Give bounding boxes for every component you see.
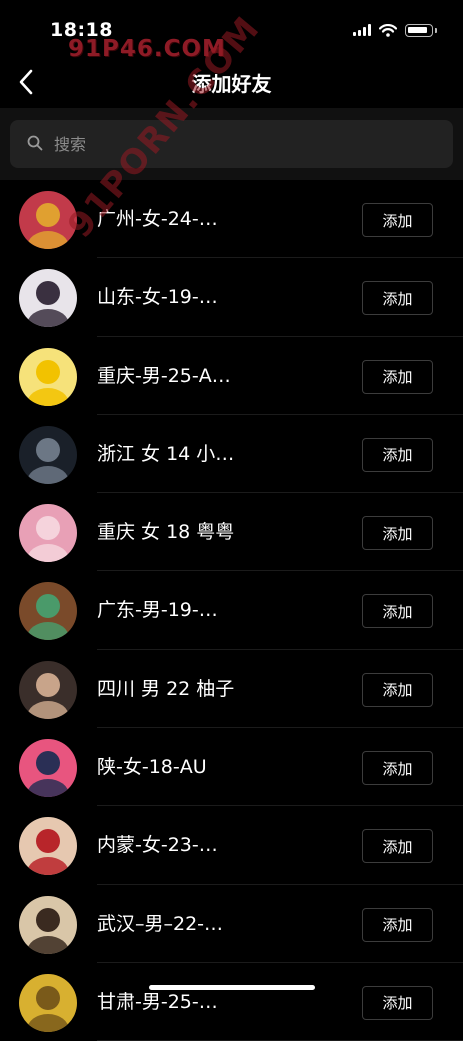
friend-row[interactable]: 四川 男 22 柚子 添加 <box>0 650 463 729</box>
avatar-image <box>19 895 77 954</box>
avatar-image <box>19 425 77 484</box>
avatar-image <box>19 191 77 249</box>
search-icon <box>27 135 43 151</box>
friend-row[interactable]: 重庆-男-25-A… 添加 <box>0 337 463 416</box>
add-friend-button[interactable]: 添加 <box>362 359 433 394</box>
wifi-icon <box>379 23 397 37</box>
avatar-image <box>19 347 77 406</box>
friend-name: 重庆 女 18 粤粤 <box>97 521 235 544</box>
friend-name: 陕-女-18-AU <box>97 756 207 779</box>
avatar[interactable] <box>19 973 77 1032</box>
avatar-image <box>19 817 77 876</box>
avatar[interactable] <box>19 269 77 328</box>
friend-name: 山东-女-19-… <box>97 286 218 309</box>
avatar[interactable] <box>19 191 77 249</box>
friend-row[interactable]: 甘肃-男-25-… 添加 <box>0 963 463 1041</box>
page-title: 添加好友 <box>191 72 272 96</box>
friend-name: 广州-女-24-… <box>97 208 218 230</box>
add-friend-button[interactable]: 添加 <box>362 672 433 707</box>
avatar[interactable] <box>19 739 77 798</box>
search-input[interactable] <box>54 120 434 168</box>
add-friend-button[interactable]: 添加 <box>362 829 433 864</box>
friend-name: 广东-男-19-… <box>97 599 218 622</box>
status-icons <box>353 22 437 38</box>
friend-row[interactable]: 浙江 女 14 小… 添加 <box>0 415 463 494</box>
home-indicator <box>149 985 315 990</box>
avatar-image <box>19 739 77 798</box>
avatar-image <box>19 504 77 563</box>
friend-row[interactable]: 广州-女-24-… 添加 <box>0 180 463 259</box>
search-box[interactable] <box>10 120 453 168</box>
friend-name: 武汉–男–22-… <box>97 912 224 935</box>
avatar[interactable] <box>19 425 77 484</box>
friend-row[interactable]: 武汉–男–22-… 添加 <box>0 885 463 964</box>
add-friend-button[interactable]: 添加 <box>362 594 433 629</box>
avatar[interactable] <box>19 817 77 876</box>
search-section <box>0 108 463 180</box>
cellular-signal-icon <box>353 24 371 36</box>
friend-row[interactable]: 重庆 女 18 粤粤 添加 <box>0 493 463 572</box>
add-friend-button[interactable]: 添加 <box>362 751 433 786</box>
avatar[interactable] <box>19 582 77 641</box>
friend-name: 浙江 女 14 小… <box>97 442 235 465</box>
nav-bar: 添加好友 <box>0 56 463 108</box>
add-friend-button[interactable]: 添加 <box>362 516 433 551</box>
friend-row[interactable]: 山东-女-19-… 添加 <box>0 258 463 337</box>
friend-name: 重庆-男-25-A… <box>97 364 231 387</box>
friend-list: 广州-女-24-… 添加 山东-女-19-… 添加 重庆-男-25-A… 添加 浙江 女 1… <box>0 180 463 1041</box>
battery-icon <box>405 23 437 37</box>
add-friend-button[interactable]: 添加 <box>362 281 433 316</box>
avatar[interactable] <box>19 895 77 954</box>
add-friend-button[interactable]: 添加 <box>362 907 433 942</box>
avatar[interactable] <box>19 660 77 719</box>
avatar-image <box>19 269 77 328</box>
friend-row[interactable]: 陕-女-18-AU 添加 <box>0 728 463 807</box>
watermark-logo: 91P46.COM <box>68 36 226 62</box>
friend-row[interactable]: 广东-男-19-… 添加 <box>0 571 463 651</box>
friend-row[interactable]: 内蒙-女-23-… 添加 <box>0 806 463 885</box>
avatar[interactable] <box>19 504 77 563</box>
avatar-image <box>19 582 77 641</box>
add-friend-button[interactable]: 添加 <box>362 437 433 472</box>
friend-name: 内蒙-女-23-… <box>97 834 218 857</box>
avatar[interactable] <box>19 347 77 406</box>
avatar-image <box>19 973 77 1032</box>
friend-name: 四川 男 22 柚子 <box>97 677 235 700</box>
friend-name: 甘肃-男-25-… <box>97 990 218 1013</box>
add-friend-button[interactable]: 添加 <box>362 203 433 237</box>
avatar-image <box>19 660 77 719</box>
add-friend-button[interactable]: 添加 <box>362 985 433 1020</box>
